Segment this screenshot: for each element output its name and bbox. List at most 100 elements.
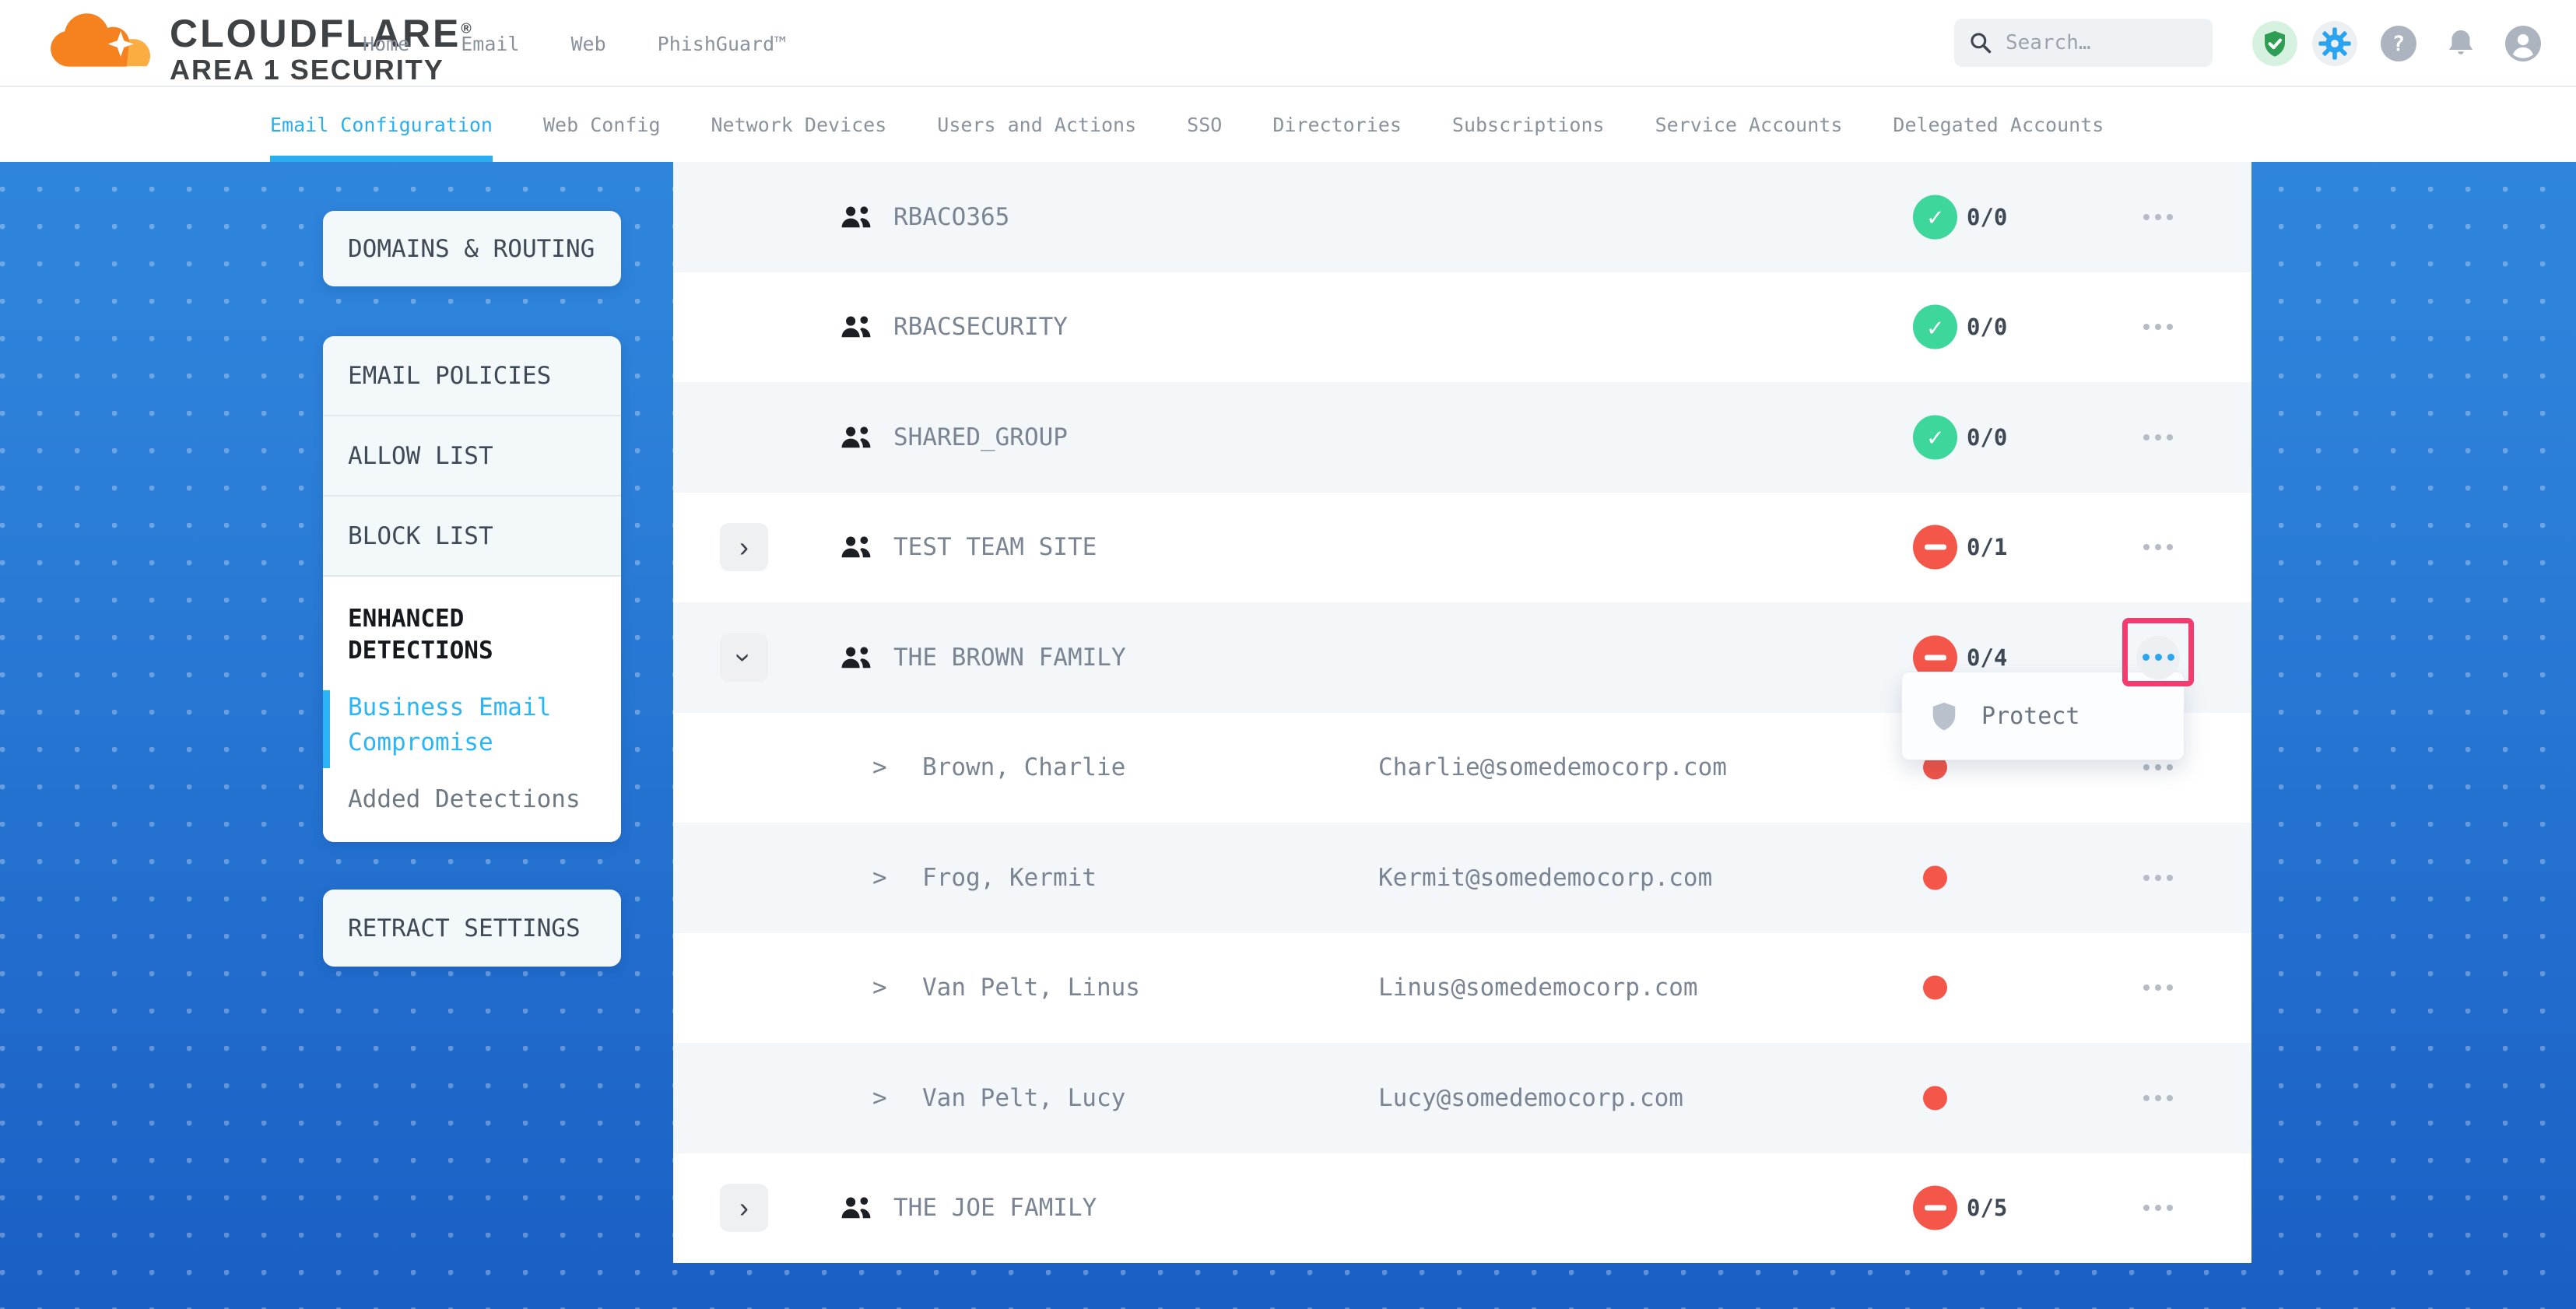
expand-button[interactable]: › — [720, 1184, 768, 1232]
group-icon — [839, 644, 873, 671]
user-caret-icon[interactable]: > — [872, 1084, 887, 1112]
tab-service-accounts[interactable]: Service Accounts — [1655, 87, 1843, 162]
table-row-group: RBACO365 ✓ 0/0 — [673, 162, 2251, 272]
group-name: TEST TEAM SITE — [893, 533, 1097, 561]
group-icon — [839, 314, 873, 340]
user-caret-icon[interactable]: > — [872, 753, 887, 781]
table-row-group: SHARED_GROUP ✓ 0/0 — [673, 382, 2251, 493]
minus-icon — [1925, 545, 1946, 550]
tab-subscriptions[interactable]: Subscriptions — [1452, 87, 1605, 162]
user-name: Van Pelt, Lucy — [922, 1084, 1125, 1112]
sidebar-item-block-list[interactable]: BLOCK LIST — [323, 497, 621, 577]
row-menu-button[interactable] — [2136, 1186, 2180, 1230]
protected-count: 0/0 — [1967, 204, 2007, 230]
sidebar-item-business-email-compromise[interactable]: Business Email Compromise — [348, 690, 598, 760]
sidebar-item-added-detections[interactable]: Added Detections — [348, 782, 598, 817]
nav-item-home[interactable]: Home — [363, 33, 409, 55]
group-name: SHARED_GROUP — [893, 423, 1068, 451]
search-box[interactable] — [1954, 19, 2213, 67]
collapse-button[interactable]: › — [720, 633, 768, 682]
check-icon: ✓ — [1928, 314, 1943, 339]
status-badge-blocked — [1913, 1186, 1957, 1230]
protected-count: 0/0 — [1967, 424, 2007, 451]
user-name: Van Pelt, Linus — [922, 974, 1140, 1002]
user-name: Frog, Kermit — [922, 864, 1097, 892]
chevron-right-icon: › — [739, 1194, 749, 1222]
row-menu-button[interactable] — [2136, 305, 2180, 349]
table-row-user: > Frog, Kermit Kermit@somedemocorp.com — [673, 823, 2251, 933]
enhanced-detections-title: ENHANCED DETECTIONS — [348, 603, 598, 667]
help-glyph: ? — [2392, 32, 2405, 56]
row-menu-button[interactable] — [2136, 1076, 2180, 1120]
protected-count: 0/1 — [1967, 534, 2007, 560]
sidebar-item-domains-routing[interactable]: DOMAINS & ROUTING — [323, 211, 621, 286]
nav-item-phishguard[interactable]: PhishGuard™ — [658, 33, 787, 55]
tab-email-configuration[interactable]: Email Configuration — [270, 87, 493, 162]
shield-check-icon[interactable] — [2252, 21, 2297, 66]
shield-icon — [1930, 700, 1958, 732]
group-name: RBACO365 — [893, 203, 1009, 231]
tab-delegated-accounts[interactable]: Delegated Accounts — [1893, 87, 2104, 162]
status-dot-blocked — [1923, 976, 1947, 1000]
search-icon — [1968, 30, 1993, 55]
row-menu-button[interactable] — [2136, 856, 2180, 900]
table-row-group: RBACSECURITY ✓ 0/0 — [673, 272, 2251, 383]
annotation-highlight-box — [2122, 618, 2194, 686]
tab-sso[interactable]: SSO — [1187, 87, 1222, 162]
search-input[interactable] — [2004, 30, 2191, 55]
section-tabs: Email Configuration Web Config Network D… — [0, 87, 2576, 162]
tab-directories[interactable]: Directories — [1272, 87, 1402, 162]
row-menu-button[interactable] — [2136, 195, 2180, 239]
bell-icon[interactable] — [2443, 26, 2479, 61]
tab-web-config[interactable]: Web Config — [543, 87, 661, 162]
check-icon: ✓ — [1928, 425, 1943, 450]
user-email: Lucy@somedemocorp.com — [1378, 1084, 1683, 1112]
row-menu-button[interactable] — [2136, 966, 2180, 1009]
protected-count: 0/0 — [1967, 314, 2007, 340]
protected-count: 0/4 — [1967, 644, 2007, 671]
group-icon — [839, 534, 873, 560]
check-icon: ✓ — [1928, 205, 1943, 230]
top-nav: Home Email Web PhishGuard™ — [363, 0, 786, 87]
sidebar-item-email-policies[interactable]: EMAIL POLICIES — [323, 336, 621, 416]
status-badge-check: ✓ — [1913, 305, 1957, 349]
user-caret-icon[interactable]: > — [872, 864, 887, 892]
cloudflare-logo-icon[interactable] — [43, 6, 161, 78]
status-badge-blocked — [1913, 525, 1957, 570]
minus-icon — [1925, 654, 1946, 660]
nav-item-web[interactable]: Web — [570, 33, 605, 55]
tab-network-devices[interactable]: Network Devices — [711, 87, 887, 162]
chevron-down-icon: › — [730, 653, 758, 662]
group-name: RBACSECURITY — [893, 313, 1068, 341]
row-menu-button[interactable] — [2136, 525, 2180, 569]
group-name: THE BROWN FAMILY — [893, 644, 1126, 672]
tab-users-and-actions[interactable]: Users and Actions — [937, 87, 1136, 162]
group-name: THE JOE FAMILY — [893, 1194, 1097, 1222]
chevron-right-icon: › — [739, 533, 749, 561]
sidebar-item-allow-list[interactable]: ALLOW LIST — [323, 416, 621, 497]
group-icon — [839, 424, 873, 451]
top-header: CLOUDFLARE® AREA 1 SECURITY Home Email W… — [0, 0, 2576, 87]
gear-icon[interactable] — [2312, 21, 2357, 66]
user-caret-icon[interactable]: > — [872, 974, 887, 1002]
sidebar-item-retract-settings[interactable]: RETRACT SETTINGS — [323, 890, 621, 967]
expand-button[interactable]: › — [720, 523, 768, 571]
help-icon[interactable]: ? — [2381, 26, 2416, 61]
menu-item-label: Protect — [1981, 703, 2079, 730]
user-email: Charlie@somedemocorp.com — [1378, 753, 1727, 781]
protected-count: 0/5 — [1967, 1195, 2007, 1221]
user-email: Kermit@somedemocorp.com — [1378, 864, 1712, 892]
sidebar-section-enhanced-detections: ENHANCED DETECTIONS Business Email Compr… — [323, 577, 621, 842]
table-row-group: › THE JOE FAMILY 0/5 — [673, 1153, 2251, 1264]
user-icon[interactable] — [2505, 26, 2541, 61]
user-name: Brown, Charlie — [922, 753, 1125, 781]
user-email: Linus@somedemocorp.com — [1378, 974, 1698, 1002]
status-badge-check: ✓ — [1913, 415, 1957, 459]
row-menu-button[interactable] — [2136, 416, 2180, 459]
app-window: CLOUDFLARE® AREA 1 SECURITY Home Email W… — [0, 0, 2576, 1309]
nav-item-email[interactable]: Email — [461, 33, 519, 55]
active-item-accent-bar — [323, 690, 330, 768]
table-row-group: › TEST TEAM SITE 0/1 — [673, 493, 2251, 603]
status-badge-check: ✓ — [1913, 195, 1957, 239]
table-row-user: > Van Pelt, Linus Linus@somedemocorp.com — [673, 933, 2251, 1044]
